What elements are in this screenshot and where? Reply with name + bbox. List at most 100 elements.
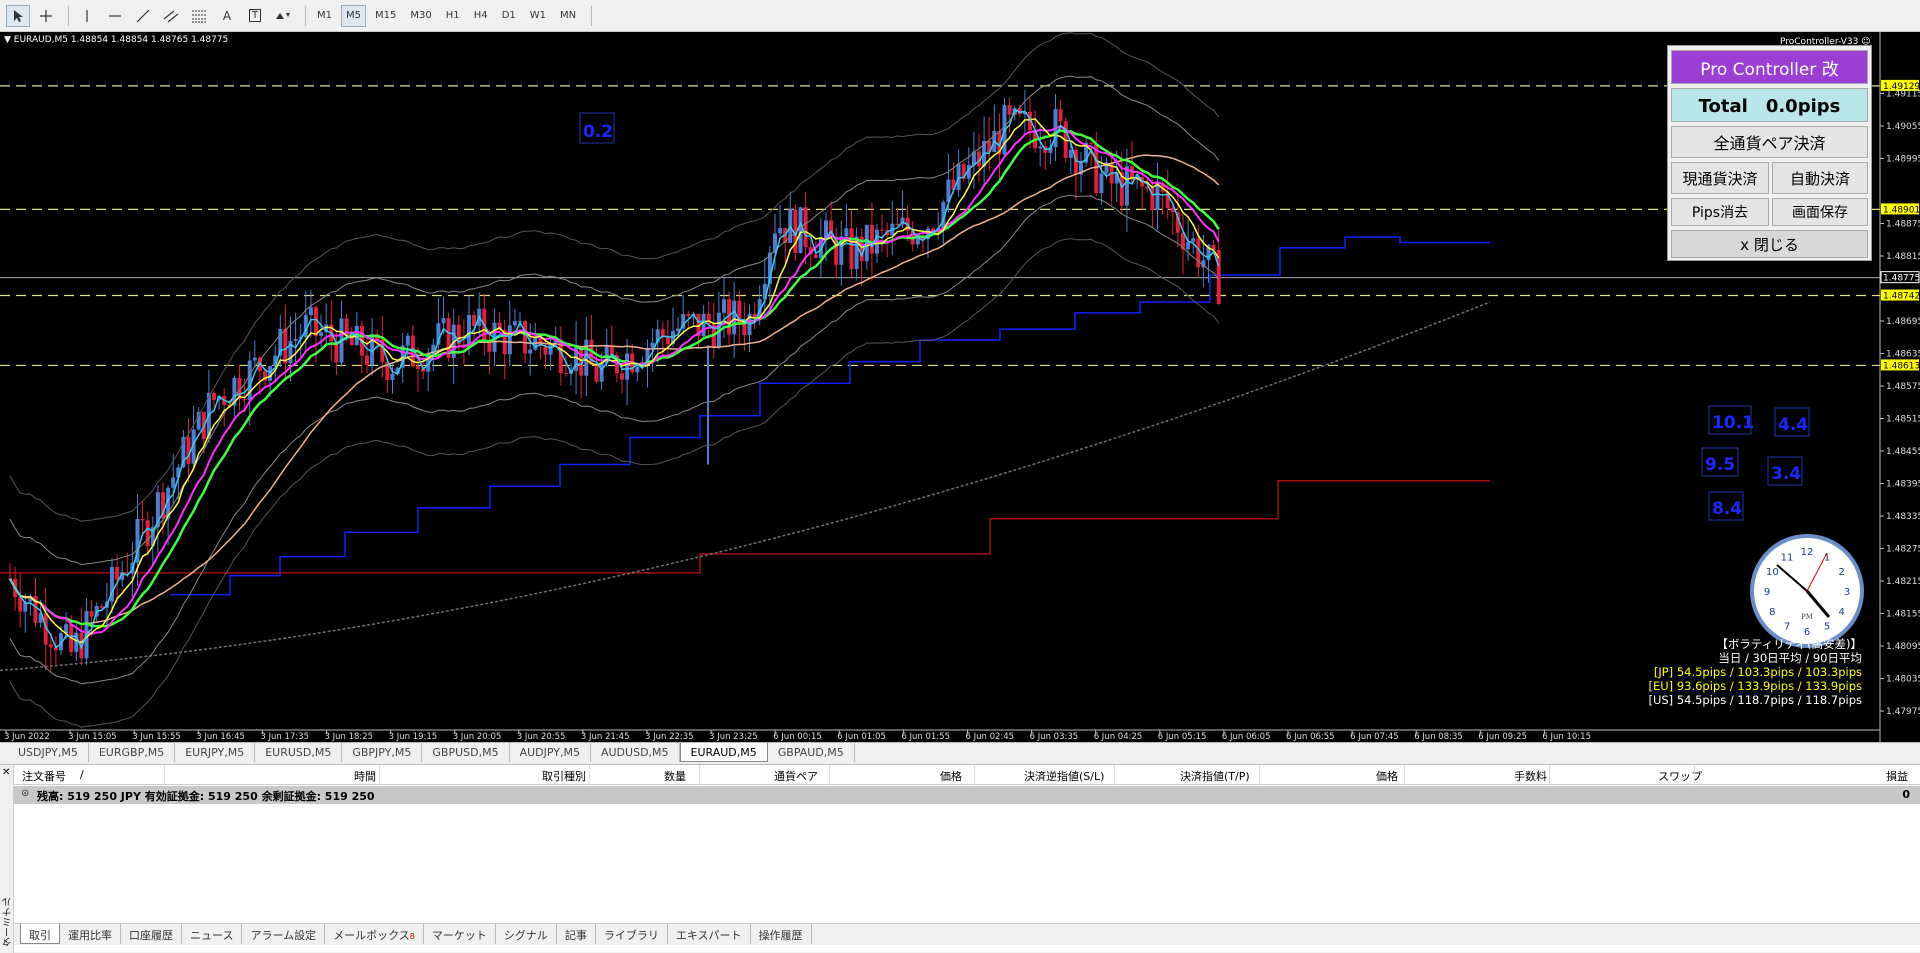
arrows-icon[interactable] [271,5,295,27]
toolbar-separator [305,5,306,26]
column-take-profit[interactable]: 決済指値(T/P) [1180,768,1250,784]
timeframe-m15[interactable]: M15 [370,5,401,27]
tab-market[interactable]: マーケット [424,924,496,944]
vertical-line-icon[interactable] [75,5,99,27]
ma-green-line [8,129,1220,628]
tab-signals[interactable]: シグナル [496,924,557,944]
candle-body [1155,183,1160,211]
horizontal-line-icon[interactable] [103,5,127,27]
price-chart[interactable]: 1.49129 1.49115 1.49055 1.48995 1.48901 1.488… [0,32,1920,742]
candle-body [390,373,395,380]
column-price[interactable]: 価格 [940,768,962,784]
balance-row[interactable]: ⊙ 残高: 519 250 JPY 有効証拠金: 519 250 余剰証拠金: … [14,786,1920,804]
column-profit[interactable]: 損益 [1886,768,1908,784]
trendline-icon[interactable] [131,5,155,27]
column-symbol[interactable]: 通貨ペア [774,768,818,784]
close-panel-button[interactable]: x 閉じる [1671,230,1868,258]
candle-body [813,254,818,258]
symbol-tab-eurjpy[interactable]: EURJPY,M5 [175,743,256,762]
symbol-tab-gbpusd[interactable]: GBPUSD,M5 [422,743,510,762]
tab-news[interactable]: ニュース [182,924,243,944]
column-time[interactable]: 時間 [354,768,376,784]
clock-number: 10 [1766,567,1779,578]
candle-body [1058,109,1063,122]
toolbar-separator [68,5,69,26]
column-divider [829,765,830,785]
total-pips-display: Total 0.0pips [1671,88,1868,122]
fibonacci-icon[interactable] [187,5,211,27]
candle-body [880,229,885,231]
symbol-tab-eurusd[interactable]: EURUSD,M5 [255,743,343,762]
tab-mailbox[interactable]: メールボックス8 [325,924,424,944]
time-tick-label: 3 Jun 15:05 [68,732,117,742]
candle-body [441,318,446,324]
chart-canvas[interactable]: 1.491291.491151.490551.489951.489011.488… [0,32,1920,742]
column-stop-loss[interactable]: 決済逆指値(S/L) [1024,768,1104,784]
tab-account-history[interactable]: 口座履歴 [121,924,182,944]
crosshair-icon[interactable] [34,5,58,27]
timeframe-m1[interactable]: M1 [312,5,337,27]
text-tool-glyph: A [222,8,232,23]
symbol-tab-usdjpy[interactable]: USDJPY,M5 [8,743,89,762]
price-tick-label: 1.49055 [1886,122,1920,132]
candle-body [563,372,568,374]
channel-icon[interactable] [159,5,183,27]
candle-body [778,227,783,234]
price-tick-label: 1.48515 [1886,415,1920,425]
column-divider [379,765,380,785]
tab-trade[interactable]: 取引 [20,924,60,944]
column-commission[interactable]: 手数料 [1514,768,1547,784]
clock-number: 4 [1838,607,1844,618]
volatility-line: [JP] 54.5pips / 103.3pips / 103.3pips [1654,665,1862,679]
time-tick-label: 6 Jun 05:15 [1158,732,1207,742]
auto-close-button[interactable]: 自動決済 [1772,162,1868,194]
tab-library[interactable]: ライブラリ [596,924,668,944]
candle-body [1068,149,1073,158]
column-divider [1404,765,1405,785]
timeframe-m30[interactable]: M30 [405,5,436,27]
bollinger-upper [9,75,1220,566]
tab-experts[interactable]: エキスパート [668,924,751,944]
column-volume[interactable]: 数量 [664,768,686,784]
text-label-icon[interactable]: T [243,5,267,27]
symbol-tab-audjpy[interactable]: AUDJPY,M5 [510,743,591,762]
symbol-tab-audusd[interactable]: AUDUSD,M5 [591,743,680,762]
cursor-icon[interactable] [6,4,30,27]
candle-body [1124,166,1129,206]
tab-articles[interactable]: 記事 [557,924,596,944]
save-screen-button[interactable]: 画面保存 [1772,198,1868,226]
text-icon[interactable]: A [215,5,239,27]
candle-body [145,520,150,546]
time-tick-label: 6 Jun 06:55 [1286,732,1335,742]
candle-body [523,321,528,354]
value-box: 9.5 [1705,455,1735,475]
timeframe-w1[interactable]: W1 [525,5,551,27]
time-tick-label: 3 Jun 18:25 [325,732,374,742]
timeframe-d1[interactable]: D1 [497,5,521,27]
column-swap[interactable]: スワップ [1658,768,1702,784]
tab-exposure[interactable]: 運用比率 [60,924,121,944]
symbol-tab-eurgbp[interactable]: EURGBP,M5 [89,743,176,762]
close-all-pairs-button[interactable]: 全通貨ペア決済 [1671,126,1868,158]
timeframe-mn[interactable]: MN [555,5,581,27]
candle-body [869,224,874,254]
terminal-tabs: 取引 運用比率 口座履歴 ニュース アラーム設定 メールボックス8 マーケット … [14,923,1920,945]
candle-body [283,328,288,364]
timeframe-h4[interactable]: H4 [469,5,493,27]
timeframe-m5[interactable]: M5 [341,4,366,27]
column-close-price[interactable]: 価格 [1376,768,1398,784]
tab-alerts[interactable]: アラーム設定 [242,924,326,944]
column-type[interactable]: 取引種別 [542,768,586,784]
column-order-number[interactable]: 注文番号 [22,768,66,784]
symbol-tab-euraud[interactable]: EURAUD,M5 [679,743,768,762]
candle-body [732,300,737,335]
symbol-tab-gbpaud[interactable]: GBPAUD,M5 [768,743,855,762]
timeframe-h1[interactable]: H1 [441,5,465,27]
clear-pips-button[interactable]: Pips消去 [1671,198,1769,226]
candle-body [824,220,828,238]
close-icon[interactable]: ✕ [2,767,10,778]
close-current-pair-button[interactable]: 現通貨決済 [1671,162,1769,194]
tab-journal[interactable]: 操作履歴 [751,924,812,944]
symbol-tab-gbpjpy[interactable]: GBPJPY,M5 [342,743,423,762]
time-tick-label: 3 Jun 2022 [4,732,50,742]
